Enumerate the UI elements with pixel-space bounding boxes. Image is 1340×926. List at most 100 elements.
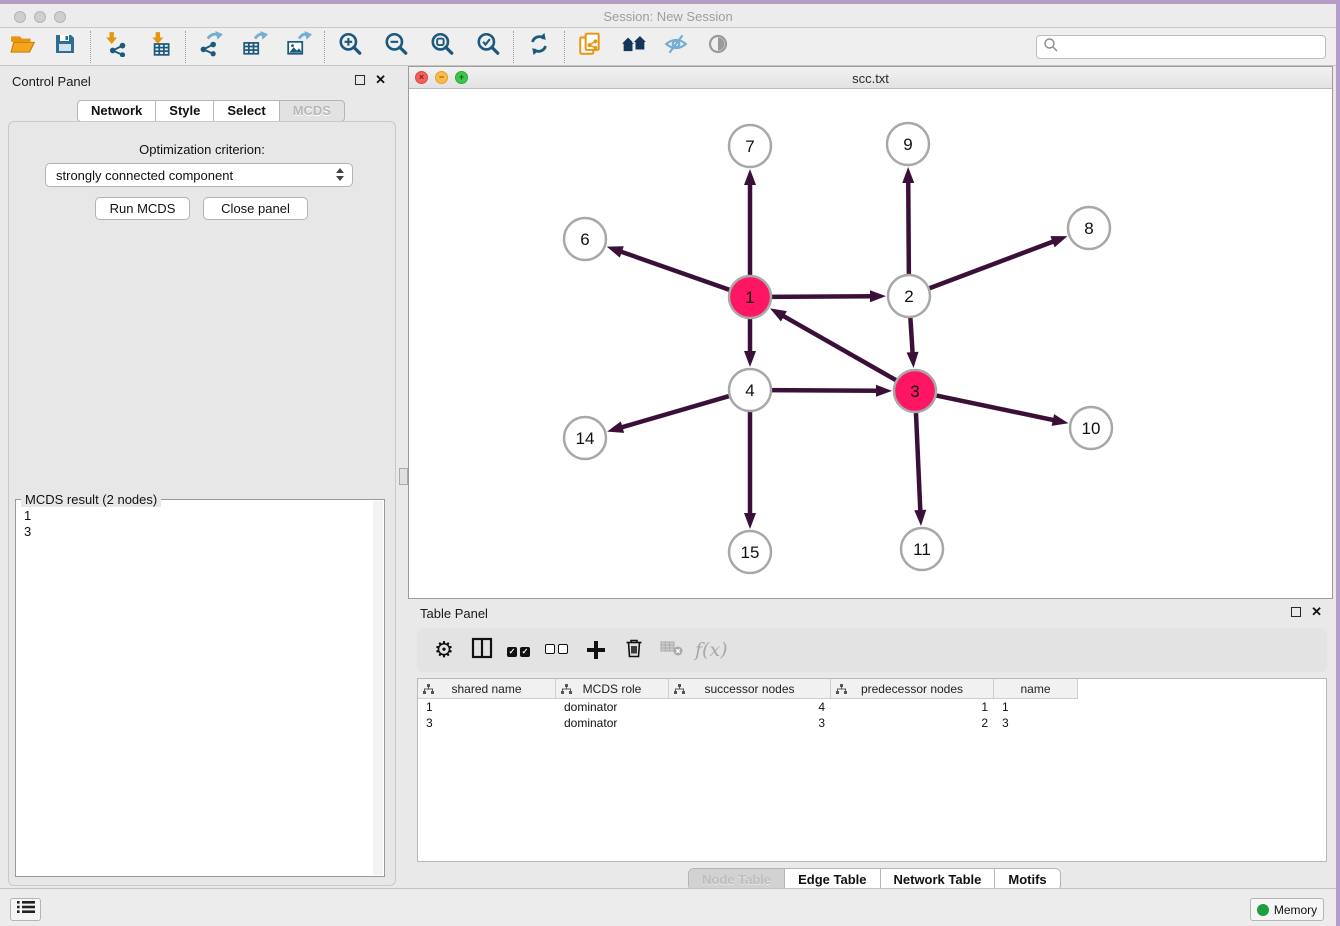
houses-icon <box>620 31 648 62</box>
refresh-icon <box>527 32 551 61</box>
scrollbar-track[interactable] <box>373 501 383 875</box>
column-header-name[interactable]: name <box>994 679 1078 699</box>
export-table-icon <box>242 31 268 62</box>
column-header-successor-nodes[interactable]: successor nodes <box>669 679 831 699</box>
show-graphics-button[interactable] <box>703 32 733 62</box>
graph-edge-arrowhead <box>914 510 926 526</box>
tab-node-table[interactable]: Node Table <box>689 869 784 890</box>
tab-mcds[interactable]: MCDS <box>279 100 345 122</box>
eye-slash-icon <box>663 31 689 62</box>
hide-graphics-button[interactable] <box>661 32 691 62</box>
graph-node-label: 6 <box>580 230 589 249</box>
graph-edge-arrowhead <box>744 351 756 367</box>
zoom-fit-button[interactable] <box>427 32 457 62</box>
search-box[interactable] <box>1036 35 1326 59</box>
select-stepper-icon <box>336 168 344 181</box>
import-table-button[interactable] <box>145 32 175 62</box>
open-session-button[interactable] <box>8 32 38 62</box>
graph-edge[interactable] <box>769 390 879 391</box>
tab-motifs[interactable]: Motifs <box>994 869 1059 890</box>
graph-edge[interactable] <box>927 241 1056 290</box>
zoom-in-button[interactable] <box>335 32 365 62</box>
zoom-fit-icon <box>429 31 455 62</box>
cell-shared-name[interactable]: 1 <box>418 699 556 715</box>
cell-predecessor-nodes[interactable]: 2 <box>831 715 994 731</box>
run-mcds-button[interactable]: Run MCDS <box>95 197 190 220</box>
hierarchy-icon <box>674 684 685 698</box>
export-table-button[interactable] <box>240 32 270 62</box>
node-table: shared name MCDS role successor nodes pr… <box>417 678 1327 862</box>
zoom-out-button[interactable] <box>381 32 411 62</box>
toolbar-separator <box>513 31 514 63</box>
graph-edge[interactable] <box>619 251 732 291</box>
cell-name[interactable]: 1 <box>994 699 1078 715</box>
close-panel-icon[interactable]: ✕ <box>375 75 386 85</box>
export-image-button[interactable] <box>284 32 314 62</box>
control-panel-tabs: Network Style Select MCDS <box>77 100 345 122</box>
delete-table-button[interactable] <box>657 635 687 665</box>
fx-icon: f(x) <box>695 639 728 661</box>
optimization-criterion-select[interactable]: strongly connected component <box>45 163 353 187</box>
network-view-window: scc.txt 1234678910111415 <box>408 66 1333 599</box>
cell-mcds-role[interactable]: dominator <box>556 699 669 715</box>
float-panel-icon[interactable] <box>1291 607 1301 617</box>
mcds-result-title: MCDS result (2 nodes) <box>21 492 161 507</box>
export-network-button[interactable] <box>196 32 226 62</box>
tab-style[interactable]: Style <box>155 100 214 122</box>
search-input[interactable] <box>1059 37 1325 57</box>
tab-network[interactable]: Network <box>77 100 156 122</box>
column-layout-button[interactable] <box>467 635 497 665</box>
tab-network-table[interactable]: Network Table <box>880 869 995 890</box>
home-layout-button[interactable] <box>619 32 649 62</box>
window-title: Session: New Session <box>0 9 1336 24</box>
graph-edge[interactable] <box>908 180 909 277</box>
column-header-mcds-role[interactable]: MCDS role <box>556 679 669 699</box>
graph-edge[interactable] <box>781 315 898 382</box>
graph-edge-arrowhead <box>1050 236 1067 247</box>
cell-name[interactable]: 3 <box>994 715 1078 731</box>
select-all-columns-button[interactable] <box>505 635 535 665</box>
duplicate-network-button[interactable] <box>575 32 605 62</box>
column-header-shared-name[interactable]: shared name <box>418 679 556 699</box>
graph-node-label: 2 <box>904 287 913 306</box>
memory-button[interactable]: Memory <box>1250 898 1324 921</box>
cell-successor-nodes[interactable]: 4 <box>669 699 831 715</box>
cell-mcds-role[interactable]: dominator <box>556 715 669 731</box>
graph-edge[interactable] <box>620 395 732 428</box>
create-column-button[interactable] <box>581 635 611 665</box>
task-history-button[interactable] <box>10 898 41 921</box>
graph-node-label: 8 <box>1084 219 1093 238</box>
graph-node-label: 14 <box>576 429 595 448</box>
tab-edge-table[interactable]: Edge Table <box>784 869 879 890</box>
zoom-selected-button[interactable] <box>473 32 503 62</box>
graph-edge[interactable] <box>916 410 921 513</box>
unselect-all-columns-button[interactable] <box>543 635 573 665</box>
column-header-predecessor-nodes[interactable]: predecessor nodes <box>831 679 994 699</box>
close-panel-button[interactable]: Close panel <box>203 197 308 220</box>
refresh-button[interactable] <box>524 32 554 62</box>
cell-predecessor-nodes[interactable]: 1 <box>831 699 994 715</box>
vertical-splitter-grip[interactable] <box>399 468 408 485</box>
table-row[interactable]: 3 dominator 3 2 3 <box>418 715 1326 731</box>
toolbar-separator <box>185 31 186 63</box>
graph-edge[interactable] <box>910 315 913 355</box>
table-row[interactable]: 1 dominator 4 1 1 <box>418 699 1326 715</box>
function-builder-button[interactable]: f(x) <box>695 635 728 665</box>
float-panel-icon[interactable] <box>355 75 365 85</box>
graph-edge[interactable] <box>769 296 873 297</box>
optimization-criterion-value: strongly connected component <box>56 168 233 183</box>
cell-shared-name[interactable]: 3 <box>418 715 556 731</box>
import-network-button[interactable] <box>101 32 131 62</box>
close-panel-icon[interactable]: ✕ <box>1311 607 1322 617</box>
table-settings-button[interactable] <box>429 635 459 665</box>
toolbar-separator <box>324 31 325 63</box>
network-canvas[interactable]: 1234678910111415 <box>409 89 1332 599</box>
mcds-result-text[interactable]: 1 3 <box>24 508 31 540</box>
delete-column-button[interactable] <box>619 635 649 665</box>
network-window-title: scc.txt <box>409 71 1332 86</box>
cell-successor-nodes[interactable]: 3 <box>669 715 831 731</box>
tab-select[interactable]: Select <box>213 100 279 122</box>
graph-edge[interactable] <box>934 395 1056 421</box>
save-session-button[interactable] <box>50 32 80 62</box>
titlebar: Session: New Session <box>0 4 1336 28</box>
